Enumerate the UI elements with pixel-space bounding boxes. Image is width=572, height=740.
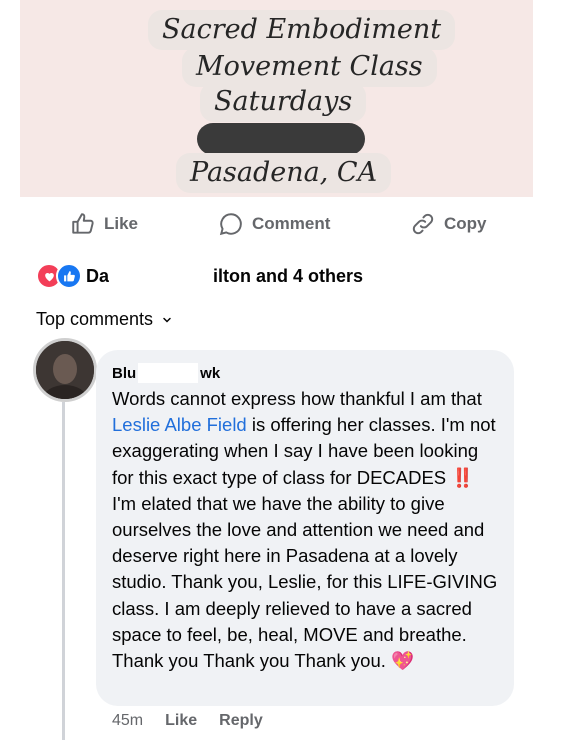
comment-author[interactable]: Blu wk [112,362,498,384]
redacted-author [138,363,199,383]
author-name-start: Blu [112,364,137,382]
comment-bubble: Blu wk Words cannot express how thankful… [96,350,514,706]
like-label: Like [104,214,139,233]
link-icon [412,213,434,235]
avatar[interactable] [33,338,97,402]
thread-line [62,402,65,740]
comment-sort-dropdown[interactable]: Top comments [36,309,173,330]
banner-line-2: Movement Class [182,47,437,87]
comment-text-part: I'm elated that we have the ability to g… [112,492,498,672]
post-action-bar: Like Comment Copy [0,208,572,240]
comment-meta: 45m Like Reply [112,712,285,730]
comment-text-part: Words cannot express how thankful I am t… [112,388,482,409]
comment-button[interactable]: Comment [218,208,330,240]
mention-link[interactable]: Leslie Albe Field [112,414,247,435]
comment-timestamp[interactable]: 45m [112,712,143,730]
reaction-names: ilton and 4 others [213,265,364,286]
redacted-bar [197,123,365,155]
comment-label: Comment [252,214,331,233]
reaction-names-prefix: Dа [86,265,110,286]
thumbs-up-icon [56,263,82,289]
copy-label: Copy [444,214,487,233]
chevron-down-icon [163,317,171,323]
author-name-end: wk [200,364,221,382]
reactions-summary[interactable]: Dа ilton and 4 others [36,262,363,290]
sparkling-heart-emoji: 💖 [391,650,415,672]
comment-reply-button[interactable]: Reply [219,712,263,730]
comment-icon [219,213,242,236]
sort-label: Top comments [36,309,154,329]
like-button[interactable]: Like [70,208,138,240]
comment-like-button[interactable]: Like [165,712,197,730]
thumbs-up-icon [72,213,94,234]
double-exclamation-emoji: ‼️ [451,466,475,488]
copy-button[interactable]: Copy [410,208,487,240]
redacted-name [109,263,214,289]
banner-line-1: Sacred Embodiment [148,10,456,50]
comment-text: Words cannot express how thankful I am t… [112,386,498,674]
banner-line-3: Saturdays [200,82,367,122]
banner-location: Pasadena, CA [176,153,392,193]
post-image-banner: Sacred Embodiment Movement Class Saturda… [20,0,533,197]
